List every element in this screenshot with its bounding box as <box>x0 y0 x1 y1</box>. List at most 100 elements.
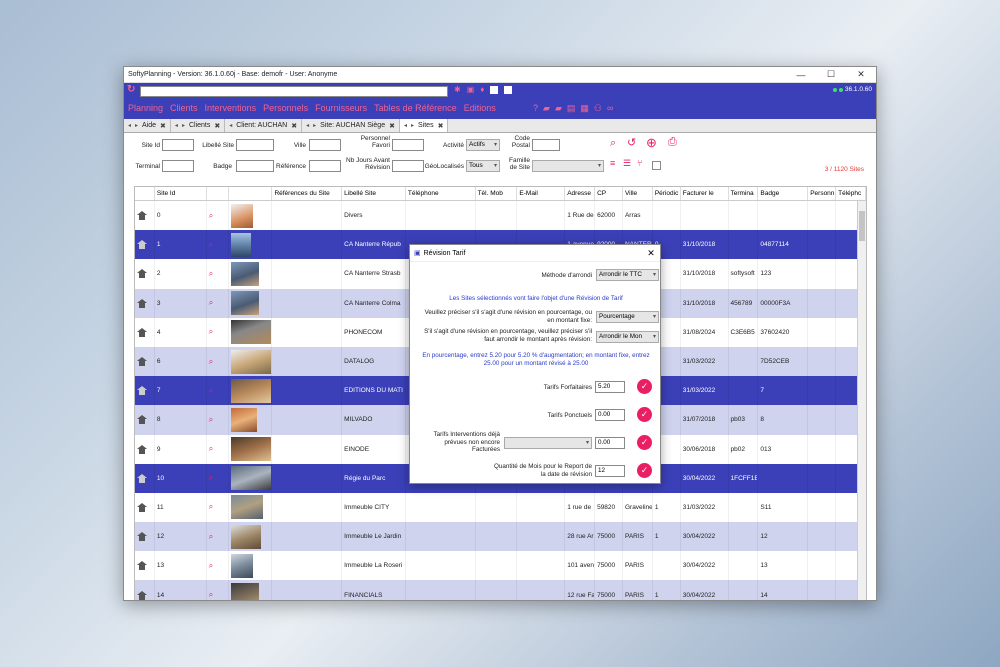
window-square-icon-2[interactable] <box>504 86 513 94</box>
list-icon[interactable]: ≡ <box>610 158 615 168</box>
help-icon[interactable]: ? <box>533 103 538 114</box>
site-id-input[interactable] <box>162 139 194 151</box>
tab-prev-icon[interactable]: ◂ <box>128 122 131 129</box>
table-row[interactable]: 11 ⌕ Immeuble CITY 1 rue de 59820 Graveline 1 3… <box>135 492 866 523</box>
site-home-icon[interactable] <box>137 240 147 250</box>
search-icon[interactable]: ⌕ <box>209 327 213 337</box>
methode-select[interactable]: Arrondir le TTC <box>596 269 659 281</box>
reference-input[interactable] <box>309 160 341 172</box>
nb-jours-input[interactable] <box>392 160 424 172</box>
col-telephone-2[interactable]: Téléphc <box>836 187 866 200</box>
site-home-icon[interactable] <box>137 532 147 542</box>
interventions-input[interactable]: 0.00 <box>595 437 625 449</box>
reset-icon[interactable]: ↺ <box>627 136 636 149</box>
maximize-button[interactable]: ☐ <box>816 69 846 80</box>
forfaitaires-input[interactable]: 5.20 <box>595 381 625 393</box>
tab-sites[interactable]: ◂ ▸ Sites ✖ <box>399 119 449 132</box>
users-icon[interactable]: ⚇ <box>594 103 602 114</box>
minimize-button[interactable]: — <box>786 70 816 80</box>
menu-clients[interactable]: Clients <box>170 103 198 113</box>
list-check-icon[interactable]: ☰ <box>623 158 631 169</box>
site-home-icon[interactable] <box>137 386 147 396</box>
tab-prev-icon[interactable]: ◂ <box>229 122 232 129</box>
code-postal-input[interactable] <box>532 139 560 151</box>
tab-next-icon[interactable]: ▸ <box>182 122 185 129</box>
search-icon[interactable]: ⌕ <box>209 269 213 279</box>
col-terminal[interactable]: Termina <box>729 187 759 200</box>
search-icon[interactable]: ⌕ <box>209 357 213 367</box>
tab-client-auchan[interactable]: ◂ Client: AUCHAN ✖ <box>225 119 303 132</box>
personnel-favori-input[interactable] <box>392 139 424 151</box>
col-periodicite[interactable]: Périodic <box>653 187 681 200</box>
card-icon[interactable]: ▣ <box>467 85 475 94</box>
site-home-icon[interactable] <box>137 211 147 221</box>
search-icon[interactable]: ⌕ <box>209 240 213 250</box>
tab-close-icon[interactable]: ✖ <box>160 122 166 130</box>
search-icon[interactable]: ⌕ <box>209 532 213 542</box>
mic-icon[interactable]: ♦ <box>480 85 484 94</box>
search-icon[interactable]: ⌕ <box>209 211 213 221</box>
site-home-icon[interactable] <box>137 444 147 454</box>
activite-select[interactable]: Actifs <box>466 139 500 151</box>
geolocalises-select[interactable]: Tous <box>466 160 500 172</box>
tab-prev-icon[interactable]: ◂ <box>404 122 407 129</box>
arrondir-select[interactable]: Arrondir le Mon <box>596 331 659 343</box>
tab-site-auchan[interactable]: ◂ ▸ Site: AUCHAN Siège ✖ <box>302 119 400 132</box>
close-window-button[interactable]: ✕ <box>846 69 876 80</box>
table-row[interactable]: 0 ⌕ Divers 1 Rue de 62000 Arras <box>135 201 866 231</box>
window-square-icon[interactable] <box>490 86 499 94</box>
tab-next-icon[interactable]: ▸ <box>411 122 414 129</box>
search-icon[interactable]: ⌕ <box>209 444 213 454</box>
menu-interventions[interactable]: Interventions <box>205 103 257 113</box>
refresh-icon[interactable]: ↻ <box>127 84 135 95</box>
mois-input[interactable]: 12 <box>595 465 625 477</box>
famille-site-select[interactable] <box>532 160 604 172</box>
col-site-id[interactable]: Site Id <box>155 187 207 200</box>
table-row[interactable]: 13 ⌕ Immeuble La Roseri 101 aven 75000 PARIS 3… <box>135 551 866 581</box>
site-home-icon[interactable] <box>137 502 147 512</box>
table-row[interactable]: 12 ⌕ Immeuble Le Jardin 28 rue Ar 75000 PARIS… <box>135 522 866 552</box>
print-icon[interactable]: ⎙ <box>668 136 677 149</box>
menu-planning[interactable]: Planning <box>128 103 163 113</box>
search-icon[interactable]: ⌕ <box>209 590 213 600</box>
ponctuels-input[interactable]: 0.00 <box>595 409 625 421</box>
site-home-icon[interactable] <box>137 415 147 425</box>
col-telephone[interactable]: Téléphone <box>406 187 476 200</box>
col-badge[interactable]: Badge <box>758 187 809 200</box>
col-facturer-le[interactable]: Facturer le <box>681 187 729 200</box>
site-home-icon[interactable] <box>137 327 147 337</box>
interventions-select[interactable] <box>504 437 592 449</box>
col-ville[interactable]: Ville <box>623 187 653 200</box>
site-home-icon[interactable] <box>137 357 147 367</box>
menu-personnels[interactable]: Personnels <box>263 103 308 113</box>
site-home-icon[interactable] <box>137 590 147 600</box>
tab-clients[interactable]: ◂ ▸ Clients ✖ <box>170 119 226 132</box>
apply-interventions-icon[interactable]: ✓ <box>637 435 652 450</box>
site-home-icon[interactable] <box>137 298 147 308</box>
col-personnel[interactable]: Personn <box>808 187 837 200</box>
menu-tables-reference[interactable]: Tables de Référence <box>374 103 457 113</box>
checkbox[interactable] <box>652 161 661 170</box>
apply-forfaitaires-icon[interactable]: ✓ <box>637 379 652 394</box>
badge-input[interactable] <box>236 160 274 172</box>
site-home-icon[interactable] <box>137 561 147 571</box>
search-icon[interactable]: ⌕ <box>209 561 213 571</box>
search-icon[interactable]: ⌕ <box>209 386 213 396</box>
tab-close-icon[interactable]: ✖ <box>214 122 220 130</box>
dialog-close-icon[interactable]: ✕ <box>642 248 660 259</box>
terminal-input[interactable] <box>162 160 194 172</box>
search-icon[interactable]: ⌕ <box>209 415 213 425</box>
tab-prev-icon[interactable]: ◂ <box>175 122 178 129</box>
precisez-select[interactable]: Pourcentage <box>596 311 659 323</box>
site-home-icon[interactable] <box>137 269 147 279</box>
folder-open-icon[interactable]: ▰ <box>555 103 562 114</box>
tab-prev-icon[interactable]: ◂ <box>306 122 309 129</box>
col-tel-mob[interactable]: Tél. Mob <box>476 187 518 200</box>
scrollbar-thumb[interactable] <box>859 211 865 241</box>
tab-aide[interactable]: ◂ ▸ Aide ✖ <box>124 119 171 132</box>
filter-icon[interactable]: ⑂ <box>637 158 642 168</box>
menu-editions[interactable]: Editions <box>464 103 496 113</box>
site-home-icon[interactable] <box>137 473 147 483</box>
col-libelle-site[interactable]: Libellé Site <box>342 187 406 200</box>
col-email[interactable]: E-Mail <box>517 187 566 200</box>
